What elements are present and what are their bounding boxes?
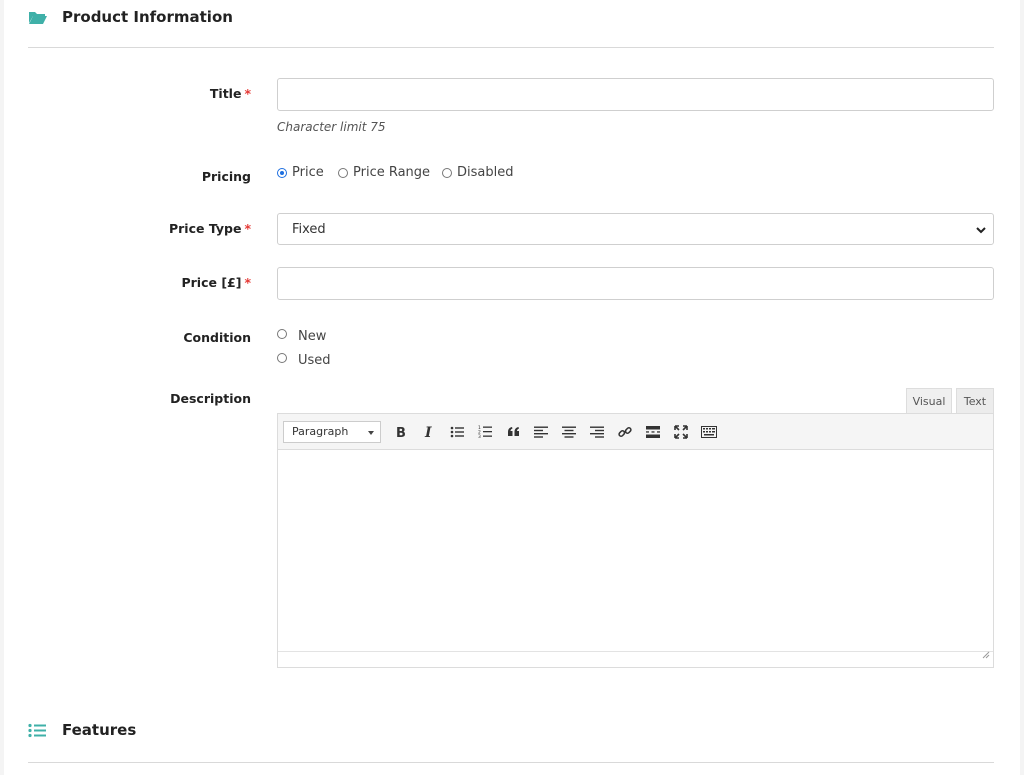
condition-option-new[interactable]: New	[277, 324, 326, 344]
radio-new[interactable]	[277, 329, 287, 339]
pricing-option-price[interactable]: Price	[277, 165, 324, 180]
radio-label: Used	[298, 353, 331, 368]
list-icon	[28, 721, 50, 739]
radio-used[interactable]	[277, 353, 287, 363]
title-label: Title *	[209, 86, 251, 101]
align-right-icon[interactable]	[583, 420, 611, 444]
editor-tabs: Visual Text	[906, 388, 994, 414]
tab-visual[interactable]: Visual	[906, 388, 952, 414]
editor-toolbar: Paragraph B I 1 2 3	[278, 414, 993, 450]
format-select-value: Paragraph	[292, 425, 349, 438]
section-divider	[28, 47, 994, 48]
section-title: Product Information	[62, 8, 233, 26]
price-input[interactable]	[277, 267, 994, 300]
title-input[interactable]	[277, 78, 994, 111]
radio-label: New	[298, 329, 327, 344]
section-title: Features	[62, 721, 137, 739]
toolbar-toggle-icon[interactable]	[695, 420, 723, 444]
required-marker: *	[244, 86, 251, 101]
condition-label: Condition	[183, 330, 251, 345]
price-type-select[interactable]: Fixed	[277, 213, 994, 245]
bold-icon[interactable]: B	[387, 420, 415, 444]
caret-down-icon	[368, 430, 374, 435]
bullet-list-icon[interactable]	[443, 420, 471, 444]
section-divider	[28, 762, 994, 763]
folder-open-icon	[28, 8, 50, 26]
radio-price-range[interactable]	[338, 167, 348, 178]
product-form-panel: Product Information Title * Character lim…	[4, 0, 1020, 775]
radio-label: Disabled	[457, 165, 514, 180]
description-textarea[interactable]	[278, 450, 993, 652]
svg-text:B: B	[396, 426, 406, 438]
align-left-icon[interactable]	[527, 420, 555, 444]
italic-icon[interactable]: I	[415, 420, 443, 444]
product-information-header: Product Information	[28, 8, 233, 26]
price-type-label: Price Type *	[168, 221, 251, 236]
required-marker: *	[244, 221, 251, 236]
title-hint: Character limit 75	[277, 120, 386, 134]
required-marker: *	[244, 275, 251, 290]
link-icon[interactable]	[611, 420, 639, 444]
price-label: Price [£] *	[181, 275, 251, 290]
blockquote-icon[interactable]	[499, 420, 527, 444]
description-editor: Paragraph B I 1 2 3	[277, 413, 994, 668]
radio-disabled[interactable]	[442, 167, 452, 178]
tab-text[interactable]: Text	[956, 388, 994, 414]
pricing-option-disabled[interactable]: Disabled	[442, 165, 513, 180]
radio-label: Price	[292, 165, 324, 180]
features-header: Features	[28, 721, 136, 739]
align-center-icon[interactable]	[555, 420, 583, 444]
read-more-icon[interactable]	[639, 420, 667, 444]
chevron-down-icon	[975, 224, 987, 239]
condition-option-used[interactable]: Used	[277, 348, 331, 368]
resize-handle-icon[interactable]	[982, 646, 990, 664]
pricing-label: Pricing	[201, 169, 251, 184]
svg-text:I: I	[424, 425, 432, 438]
pricing-option-price-range[interactable]: Price Range	[338, 165, 430, 180]
fullscreen-icon[interactable]	[667, 420, 695, 444]
description-label: Description	[170, 391, 251, 406]
numbered-list-icon[interactable]: 1 2 3	[471, 420, 499, 444]
format-select[interactable]: Paragraph	[283, 420, 381, 443]
select-value: Fixed	[292, 221, 326, 237]
radio-label: Price Range	[353, 165, 431, 180]
svg-text:3: 3	[478, 434, 481, 438]
radio-price[interactable]	[277, 167, 287, 178]
